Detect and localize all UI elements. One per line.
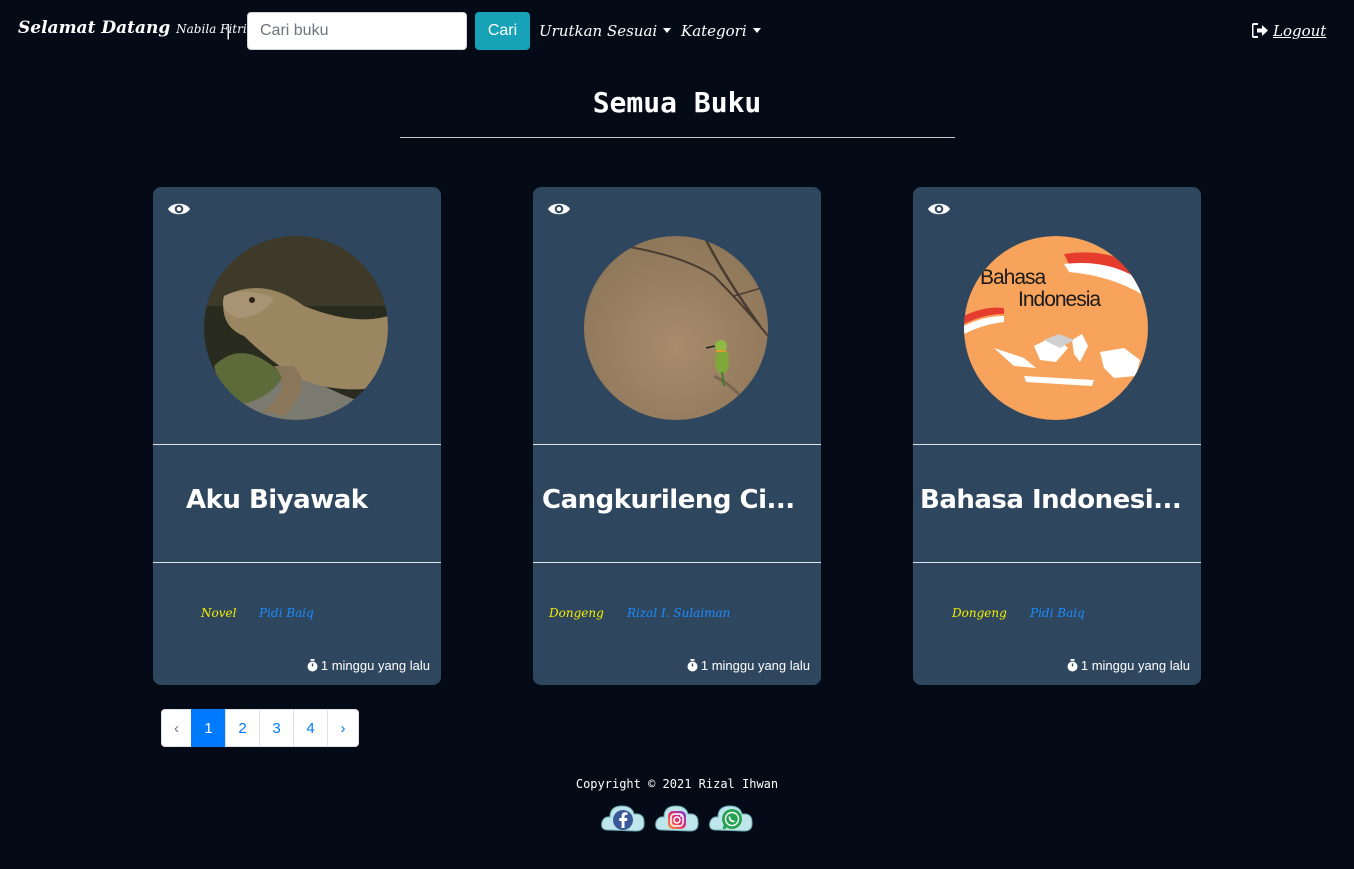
brand-greeting: Selamat Datang <box>18 18 171 38</box>
brand-separator: | <box>226 21 231 40</box>
page-title: Semua Buku <box>592 86 762 119</box>
book-title[interactable]: Aku Biyawak <box>186 485 368 515</box>
page-next-button[interactable]: › <box>327 709 359 747</box>
copyright: Copyright © 2021 Rizal Ihwan <box>575 777 779 791</box>
card-divider <box>153 444 441 445</box>
cover-text-bahasa: Bahasa <box>980 266 1047 289</box>
stopwatch-icon <box>307 659 318 672</box>
book-author[interactable]: Pidi Baiq <box>1030 606 1085 620</box>
page-button-2[interactable]: 2 <box>225 709 260 747</box>
search-input[interactable] <box>247 12 467 50</box>
stopwatch-icon <box>687 659 698 672</box>
sort-dropdown-label: Urutkan Sesuai <box>539 22 658 40</box>
eye-icon[interactable] <box>167 201 191 217</box>
page-button-3[interactable]: 3 <box>259 709 294 747</box>
logout-link[interactable]: Logout <box>1252 22 1326 40</box>
instagram-icon[interactable] <box>654 800 700 840</box>
book-time: 1 minggu yang lalu <box>307 658 430 673</box>
cover-text-indonesia: Indonesia <box>1018 288 1101 311</box>
book-time-label: 1 minggu yang lalu <box>1080 658 1190 673</box>
caret-down-icon <box>752 28 761 33</box>
book-category[interactable]: Dongeng <box>952 606 1007 620</box>
search-button[interactable]: Cari <box>475 12 530 50</box>
bahasa-indonesia-image: Bahasa Indonesia <box>964 236 1148 420</box>
book-title[interactable]: Cangkurileng Ci... <box>542 485 795 515</box>
pagination: ‹ 1 2 3 4 › <box>161 709 359 747</box>
caret-down-icon <box>663 28 672 33</box>
page-prev-button[interactable]: ‹ <box>161 709 192 747</box>
navbar: Selamat Datang Nabila Fitriani | Cari Ur… <box>0 0 1354 62</box>
book-time-label: 1 minggu yang lalu <box>700 658 810 673</box>
whatsapp-icon[interactable] <box>708 800 754 840</box>
eye-icon[interactable] <box>927 201 951 217</box>
book-category[interactable]: Novel <box>201 606 236 620</box>
sign-out-icon <box>1252 23 1268 38</box>
category-dropdown[interactable]: Kategori <box>681 22 761 40</box>
card-divider <box>153 562 441 563</box>
page-button-4[interactable]: 4 <box>293 709 328 747</box>
book-time: 1 minggu yang lalu <box>1067 658 1190 673</box>
title-divider <box>400 137 955 138</box>
book-card[interactable]: Bahasa Indonesia Bahasa Indonesi... Dong… <box>913 187 1201 685</box>
page-button-1[interactable]: 1 <box>191 709 226 747</box>
book-author[interactable]: Rizal I. Sulaiman <box>627 606 730 620</box>
book-time: 1 minggu yang lalu <box>687 658 810 673</box>
category-dropdown-label: Kategori <box>681 22 747 40</box>
book-time-label: 1 minggu yang lalu <box>320 658 430 673</box>
book-title[interactable]: Bahasa Indonesi... <box>920 485 1182 515</box>
card-divider <box>533 562 821 563</box>
card-divider <box>913 444 1201 445</box>
card-divider <box>913 562 1201 563</box>
logout-label: Logout <box>1273 22 1327 40</box>
book-card[interactable]: Cangkurileng Ci... Dongeng Rizal I. Sula… <box>533 187 821 685</box>
komodo-image <box>204 236 388 420</box>
card-divider <box>533 444 821 445</box>
stopwatch-icon <box>1067 659 1078 672</box>
book-author[interactable]: Pidi Baiq <box>259 606 314 620</box>
eye-icon[interactable] <box>547 201 571 217</box>
facebook-icon[interactable] <box>600 800 646 840</box>
sort-dropdown[interactable]: Urutkan Sesuai <box>539 22 672 40</box>
book-card[interactable]: Aku Biyawak Novel Pidi Baiq 1 minggu yan… <box>153 187 441 685</box>
bird-image <box>584 236 768 420</box>
book-category[interactable]: Dongeng <box>549 606 604 620</box>
